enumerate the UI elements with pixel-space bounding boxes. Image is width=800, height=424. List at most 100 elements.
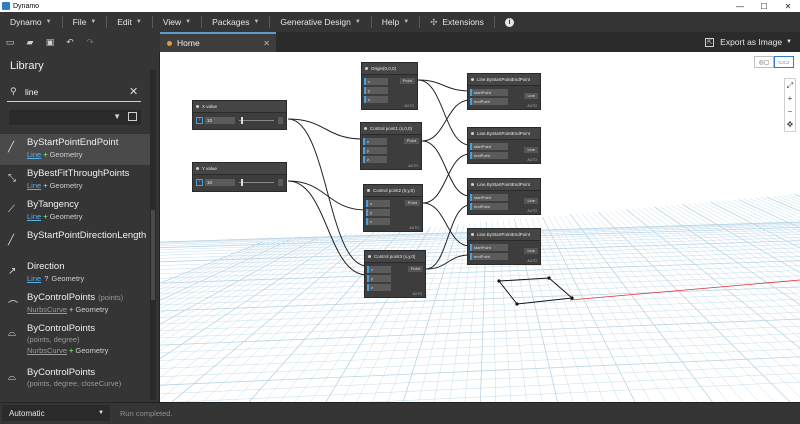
input-port[interactable]: z	[363, 156, 387, 163]
menu-file[interactable]: File ▼	[63, 12, 97, 32]
graph-view-button[interactable]: ▭▭	[774, 56, 794, 68]
library-entry[interactable]: ↗ Direction Line? Geometry	[0, 258, 150, 289]
library-entry[interactable]: ╱ ByStartPointEndPoint Line + Geometry	[0, 134, 150, 165]
output-port[interactable]: Point	[403, 138, 419, 144]
input-port[interactable]: x	[364, 78, 388, 85]
expand-icon[interactable]: ›	[196, 117, 203, 124]
entry-input-type[interactable]: NurbsCurve	[27, 346, 67, 355]
run-mode-select[interactable]: Automatic ▼	[2, 405, 110, 421]
input-port[interactable]: z	[364, 96, 388, 103]
input-port[interactable]: y	[367, 275, 391, 282]
menu-edit[interactable]: Edit ▼	[107, 12, 142, 32]
line-by-start-end-node[interactable]: Line.ByStartPointEndPoint startPoint endPo…	[467, 228, 541, 265]
output-port[interactable]: Line	[524, 198, 538, 204]
slider-value[interactable]: 10	[205, 117, 235, 124]
input-port[interactable]: y	[366, 209, 390, 216]
menu-generative-design[interactable]: Generative Design ▼	[270, 12, 360, 32]
open-folder-icon[interactable]: ▰	[20, 32, 40, 52]
library-entry[interactable]: ⌒ ByControlPoints (points) NurbsCurve + Geome…	[0, 289, 150, 320]
library-search-input[interactable]: ⚲ line ✕	[7, 82, 141, 102]
output-port[interactable]: Line	[524, 248, 538, 254]
slider-track[interactable]	[239, 117, 274, 124]
output-port[interactable]	[278, 117, 283, 124]
close-tab-icon[interactable]: ✕	[263, 39, 270, 48]
menu-view[interactable]: View ▼	[153, 12, 191, 32]
slider-thumb[interactable]	[241, 117, 243, 124]
line-by-start-end-node[interactable]: Line.ByStartPointEndPoint startPoint endPo…	[467, 73, 541, 110]
save-icon[interactable]: ▣	[40, 32, 60, 52]
connector-wire[interactable]	[287, 118, 368, 267]
maximize-icon[interactable]: ☐	[752, 0, 776, 12]
connector-wire[interactable]	[421, 140, 471, 197]
output-port[interactable]: Point	[404, 200, 420, 206]
filter-icon[interactable]: ▼	[113, 112, 121, 121]
input-port[interactable]: x	[363, 138, 387, 145]
output-port[interactable]: Line	[524, 147, 538, 153]
number-slider-node[interactable]: X value › 10	[192, 100, 287, 130]
connector-wire[interactable]	[422, 202, 471, 247]
connector-wire[interactable]	[287, 180, 367, 211]
line-by-start-end-node[interactable]: Line.ByStartPointEndPoint startPoint endPo…	[467, 178, 541, 215]
redo-icon[interactable]: ↷	[80, 32, 100, 52]
point-by-coordinates-node[interactable]: Control point3 (x,y,0) x y z Point AUTO	[364, 250, 426, 298]
zoom-out-icon[interactable]: −	[785, 105, 795, 118]
menu-packages[interactable]: Packages ▼	[202, 12, 259, 32]
library-entry[interactable]: ╱ ByStartPointDirectionLength	[0, 227, 150, 258]
library-entry[interactable]: ⌓ ByControlPoints (points, degree, closeCu…	[0, 364, 150, 402]
connector-wire[interactable]	[287, 118, 364, 140]
scrollbar-thumb[interactable]	[151, 210, 155, 300]
connector-wire[interactable]	[425, 204, 471, 270]
connector-wire[interactable]	[417, 79, 471, 92]
input-port[interactable]: startPoint	[470, 89, 508, 96]
entry-input-type[interactable]: Line	[27, 212, 41, 221]
menu-help[interactable]: Help ▼	[372, 12, 409, 32]
layout-toggle-icon[interactable]	[128, 112, 137, 121]
close-window-icon[interactable]: ✕	[776, 0, 800, 12]
connector-wire[interactable]	[421, 99, 471, 142]
tab-home[interactable]: Home ✕	[160, 32, 276, 52]
input-port[interactable]: startPoint	[470, 143, 508, 150]
output-port[interactable]: Line	[524, 93, 538, 99]
input-port[interactable]: endPoint	[470, 203, 508, 210]
input-port[interactable]: endPoint	[470, 253, 508, 260]
input-port[interactable]: x	[366, 200, 390, 207]
fit-view-icon[interactable]: ⤢	[785, 79, 795, 92]
input-port[interactable]: startPoint	[470, 194, 508, 201]
graph-canvas[interactable]: X value › 10 Y value › 10 Origin(0,0,0) x y z Poin…	[160, 52, 800, 402]
slider-thumb[interactable]	[241, 179, 243, 186]
input-port[interactable]: z	[366, 218, 390, 225]
slider-track[interactable]	[239, 179, 274, 186]
input-port[interactable]: y	[363, 147, 387, 154]
point-by-coordinates-node[interactable]: Origin(0,0,0) x y z Point AUTO	[361, 62, 418, 110]
output-port[interactable]: Point	[399, 78, 415, 84]
point-by-coordinates-node[interactable]: Control point2 (0,y,0) x y z Point AUTO	[363, 184, 423, 232]
input-port[interactable]: endPoint	[470, 98, 508, 105]
number-slider-node[interactable]: Y value › 10	[192, 162, 287, 192]
slider-value[interactable]: 10	[205, 179, 235, 186]
input-port[interactable]: y	[364, 87, 388, 94]
pan-icon[interactable]: ✥	[785, 118, 795, 131]
input-port[interactable]: x	[367, 266, 391, 273]
new-file-icon[interactable]: ▭	[0, 32, 20, 52]
entry-input-type[interactable]: Line	[27, 181, 41, 190]
menu-extensions[interactable]: ✣ Extensions	[420, 12, 484, 32]
connector-wire[interactable]	[417, 79, 471, 146]
input-port[interactable]: endPoint	[470, 152, 508, 159]
entry-input-type[interactable]: NurbsCurve	[27, 305, 67, 314]
input-port[interactable]: startPoint	[470, 244, 508, 251]
expand-icon[interactable]: ›	[196, 179, 203, 186]
library-entry[interactable]: ⌓ ByControlPoints (points, degree) NurbsCur…	[0, 320, 150, 364]
point-by-coordinates-node[interactable]: Control point1 (x,0,0) x y z Point AUTO	[360, 122, 422, 170]
library-entry[interactable]: ⤡ ByBestFitThroughPoints Line + Geometry	[0, 165, 150, 196]
library-scrollbar[interactable]	[150, 70, 156, 400]
zoom-in-icon[interactable]: +	[785, 92, 795, 105]
minimize-icon[interactable]: —	[728, 0, 752, 12]
output-port[interactable]	[278, 179, 283, 186]
library-entry[interactable]: ⟋ ByTangency Line + Geometry	[0, 196, 150, 227]
background-preview-button[interactable]: ◎▢	[754, 56, 774, 68]
export-as-image-button[interactable]: ⇱ Export as Image ▼	[705, 32, 792, 52]
clear-search-icon[interactable]: ✕	[129, 85, 141, 98]
output-port[interactable]: Point	[407, 266, 423, 272]
input-port[interactable]: z	[367, 284, 391, 291]
entry-input-type[interactable]: Line	[27, 274, 41, 283]
